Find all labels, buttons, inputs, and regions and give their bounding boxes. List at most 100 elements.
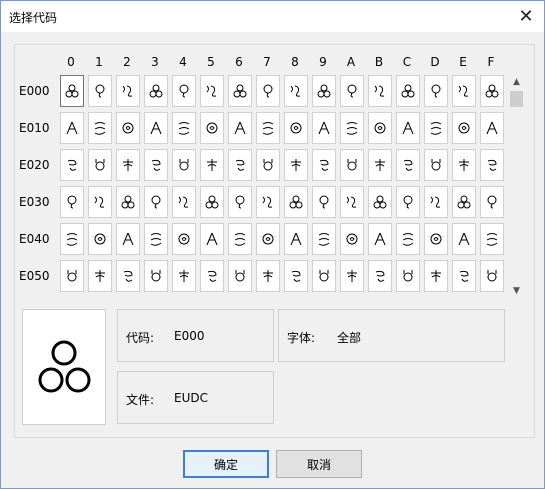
character-cell[interactable]	[88, 149, 112, 181]
character-cell[interactable]	[284, 149, 308, 181]
character-cell[interactable]	[424, 149, 448, 181]
character-cell[interactable]	[312, 112, 336, 144]
character-cell[interactable]	[60, 223, 84, 255]
character-cell[interactable]	[312, 260, 336, 292]
character-cell[interactable]	[396, 112, 420, 144]
character-cell[interactable]	[396, 223, 420, 255]
character-cell[interactable]	[284, 112, 308, 144]
character-cell[interactable]	[256, 260, 280, 292]
character-cell[interactable]	[368, 149, 392, 181]
character-cell[interactable]	[452, 112, 476, 144]
character-cell[interactable]	[340, 260, 364, 292]
character-cell[interactable]	[312, 149, 336, 181]
character-cell[interactable]	[424, 112, 448, 144]
character-cell[interactable]	[368, 223, 392, 255]
character-cell[interactable]	[312, 223, 336, 255]
character-cell[interactable]	[200, 112, 224, 144]
character-cell[interactable]	[60, 260, 84, 292]
character-cell[interactable]	[228, 112, 252, 144]
character-cell[interactable]	[452, 75, 476, 107]
character-cell[interactable]	[88, 112, 112, 144]
character-cell[interactable]	[172, 149, 196, 181]
character-cell[interactable]	[200, 260, 224, 292]
character-cell[interactable]	[60, 75, 84, 107]
character-cell[interactable]	[200, 223, 224, 255]
character-cell[interactable]	[200, 149, 224, 181]
character-cell[interactable]	[340, 112, 364, 144]
character-cell[interactable]	[452, 260, 476, 292]
scroll-up-button[interactable]: ▲	[509, 75, 524, 89]
close-button[interactable]: ✕	[508, 1, 544, 32]
character-cell[interactable]	[424, 260, 448, 292]
character-cell[interactable]	[480, 75, 504, 107]
character-cell[interactable]	[396, 75, 420, 107]
character-cell[interactable]	[480, 260, 504, 292]
character-cell[interactable]	[172, 112, 196, 144]
character-cell[interactable]	[452, 186, 476, 218]
character-cell[interactable]	[340, 186, 364, 218]
character-cell[interactable]	[368, 75, 392, 107]
character-cell[interactable]	[256, 149, 280, 181]
character-cell[interactable]	[172, 75, 196, 107]
character-cell[interactable]	[368, 112, 392, 144]
character-cell[interactable]	[480, 112, 504, 144]
character-cell[interactable]	[228, 186, 252, 218]
character-cell[interactable]	[116, 186, 140, 218]
character-cell[interactable]	[144, 223, 168, 255]
character-cell[interactable]	[116, 223, 140, 255]
character-cell[interactable]	[396, 149, 420, 181]
character-cell[interactable]	[116, 75, 140, 107]
character-cell[interactable]	[424, 186, 448, 218]
character-cell[interactable]	[88, 186, 112, 218]
character-cell[interactable]	[144, 149, 168, 181]
character-cell[interactable]	[284, 186, 308, 218]
character-cell[interactable]	[144, 75, 168, 107]
character-cell[interactable]	[60, 186, 84, 218]
cancel-button[interactable]: 取消	[276, 450, 362, 478]
character-cell[interactable]	[340, 75, 364, 107]
character-cell[interactable]	[368, 260, 392, 292]
character-cell[interactable]	[424, 223, 448, 255]
character-cell[interactable]	[340, 149, 364, 181]
character-cell[interactable]	[172, 223, 196, 255]
character-cell[interactable]	[284, 223, 308, 255]
character-cell[interactable]	[256, 112, 280, 144]
character-cell[interactable]	[144, 186, 168, 218]
character-cell[interactable]	[172, 186, 196, 218]
character-cell[interactable]	[284, 260, 308, 292]
character-cell[interactable]	[312, 186, 336, 218]
character-cell[interactable]	[452, 149, 476, 181]
character-cell[interactable]	[452, 223, 476, 255]
character-cell[interactable]	[312, 75, 336, 107]
scroll-thumb[interactable]	[510, 91, 523, 107]
ok-button[interactable]: 确定	[183, 450, 269, 478]
character-cell[interactable]	[172, 260, 196, 292]
character-cell[interactable]	[256, 75, 280, 107]
character-cell[interactable]	[284, 75, 308, 107]
character-cell[interactable]	[228, 149, 252, 181]
character-cell[interactable]	[200, 186, 224, 218]
character-cell[interactable]	[116, 149, 140, 181]
character-cell[interactable]	[256, 186, 280, 218]
character-cell[interactable]	[200, 75, 224, 107]
character-cell[interactable]	[88, 260, 112, 292]
character-cell[interactable]	[60, 149, 84, 181]
character-cell[interactable]	[88, 75, 112, 107]
character-cell[interactable]	[60, 112, 84, 144]
character-cell[interactable]	[228, 75, 252, 107]
character-cell[interactable]	[228, 260, 252, 292]
character-cell[interactable]	[116, 112, 140, 144]
character-cell[interactable]	[424, 75, 448, 107]
character-cell[interactable]	[396, 186, 420, 218]
character-cell[interactable]	[256, 223, 280, 255]
character-cell[interactable]	[368, 186, 392, 218]
character-cell[interactable]	[480, 149, 504, 181]
scroll-down-button[interactable]: ▼	[509, 284, 524, 298]
character-cell[interactable]	[88, 223, 112, 255]
character-cell[interactable]	[480, 186, 504, 218]
character-cell[interactable]	[228, 223, 252, 255]
grid-scrollbar[interactable]: ▲ ▼	[509, 75, 524, 298]
character-cell[interactable]	[144, 260, 168, 292]
character-cell[interactable]	[396, 260, 420, 292]
character-cell[interactable]	[340, 223, 364, 255]
